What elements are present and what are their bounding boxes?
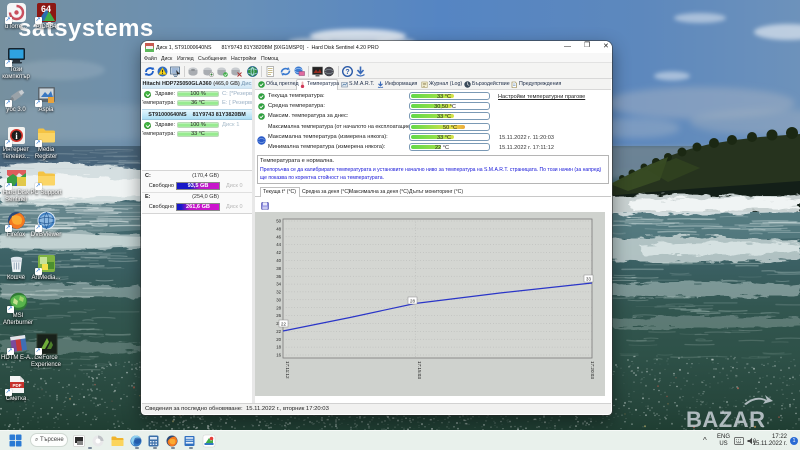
svg-text:46: 46 [276, 234, 281, 239]
svg-text:28: 28 [410, 298, 415, 303]
svg-text:30: 30 [276, 297, 281, 302]
svg-text:44: 44 [276, 242, 281, 247]
svg-text:33: 33 [586, 276, 591, 281]
svg-text:17:20:03: 17:20:03 [590, 361, 595, 379]
svg-text:PDF: PDF [12, 383, 21, 388]
svg-text:26: 26 [276, 313, 281, 318]
svg-text:32: 32 [276, 290, 281, 295]
svg-text:22: 22 [281, 321, 286, 326]
svg-text:?: ? [345, 69, 349, 76]
svg-text:34: 34 [276, 282, 281, 287]
svg-text:48: 48 [276, 227, 281, 232]
svg-text:22: 22 [276, 329, 281, 334]
svg-text:36: 36 [276, 274, 281, 279]
svg-text:28: 28 [276, 305, 281, 310]
svg-text:42: 42 [276, 250, 281, 255]
svg-text:17:15:03: 17:15:03 [417, 361, 422, 379]
svg-text:17:11:12: 17:11:12 [285, 361, 290, 379]
svg-text:64: 64 [40, 4, 50, 14]
svg-text:BAZAR: BAZAR [686, 407, 766, 432]
svg-text:50: 50 [276, 219, 281, 224]
svg-text:16: 16 [276, 353, 281, 358]
svg-text:20: 20 [276, 337, 281, 342]
svg-text:40: 40 [276, 258, 281, 263]
svg-text:18: 18 [276, 345, 281, 350]
svg-text:38: 38 [276, 266, 281, 271]
